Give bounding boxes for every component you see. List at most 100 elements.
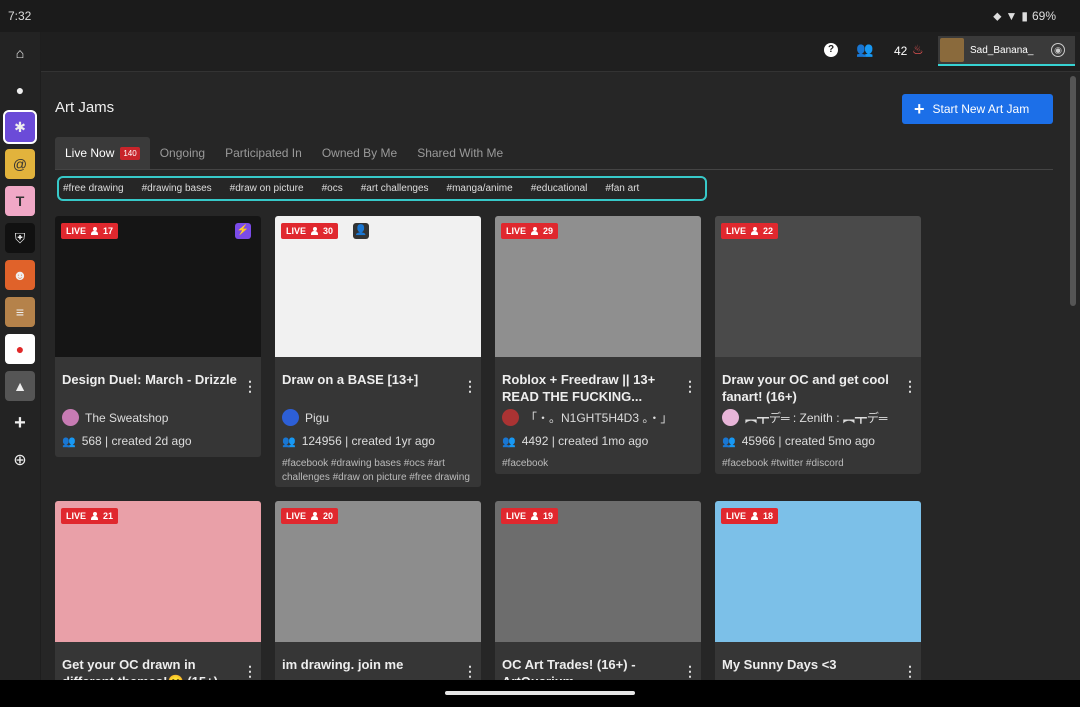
- rail-home[interactable]: ⌂: [5, 38, 35, 68]
- card-stats: 👥 124956 | created 1yr ago: [282, 434, 435, 448]
- tag-chip[interactable]: #free drawing: [63, 183, 124, 194]
- card-thumbnail[interactable]: LIVE 21: [55, 501, 261, 642]
- tag-filter-bar: #free drawing #drawing bases #draw on pi…: [57, 176, 707, 201]
- card-owner[interactable]: ︻┳デ═ : Zenith : ︻┳デ═: [722, 409, 887, 426]
- rail-text[interactable]: T: [5, 186, 35, 216]
- live-count: 30: [323, 226, 334, 236]
- rail-globe[interactable]: ⊕: [5, 445, 35, 475]
- card-title[interactable]: Draw on a BASE [13+]: [282, 371, 457, 388]
- plus-icon: +: [914, 99, 925, 119]
- tag-chip[interactable]: #art challenges: [361, 183, 429, 194]
- tab-owned-by-me[interactable]: Owned By Me: [312, 137, 407, 169]
- card-thumbnail[interactable]: LIVE 20: [275, 501, 481, 642]
- live-count-badge: 140: [120, 146, 140, 160]
- more-options-icon[interactable]: ⋮: [903, 378, 917, 395]
- person-icon: [531, 227, 539, 235]
- more-options-icon[interactable]: ⋮: [243, 378, 257, 395]
- tag-chip[interactable]: #fan art: [605, 183, 639, 194]
- art-jam-card[interactable]: LIVE 18 My Sunny Days <3 ⋮: [715, 501, 921, 680]
- username: Sad_Banana_: [970, 44, 1034, 56]
- friends-icon[interactable]: 👥: [856, 41, 873, 58]
- scrollbar[interactable]: [1070, 76, 1076, 306]
- rail-burger[interactable]: ≡: [5, 297, 35, 327]
- help-icon[interactable]: ?: [824, 43, 838, 57]
- rail-character[interactable]: ☻: [5, 260, 35, 290]
- tab-ongoing[interactable]: Ongoing: [150, 137, 215, 169]
- card-title[interactable]: Get your OC drawn in different themes!😊 …: [62, 656, 237, 680]
- status-icons: ⬥ ▼ ▮ 69%: [993, 9, 1056, 24]
- ink-drop-icon: ●: [15, 82, 25, 98]
- card-title[interactable]: im drawing. join me: [282, 656, 457, 673]
- tab-label: Ongoing: [159, 146, 206, 160]
- user-chip[interactable]: Sad_Banana_ ◉: [938, 36, 1075, 66]
- tab-bar: Live Now 140 Ongoing Participated In Own…: [55, 137, 513, 169]
- card-thumbnail[interactable]: LIVE 19: [495, 501, 701, 642]
- system-status-bar: 7:32 ⬥ ▼ ▮ 69%: [0, 0, 1080, 32]
- live-badge: LIVE 22: [721, 223, 779, 239]
- card-title[interactable]: Design Duel: March - Drizzle: [62, 371, 237, 388]
- shared-users-icon: 👤: [353, 223, 369, 239]
- card-thumbnail[interactable]: LIVE 17 ⚡: [55, 216, 261, 357]
- more-options-icon[interactable]: ⋮: [243, 663, 257, 680]
- owner-name: ︻┳デ═ : Zenith : ︻┳デ═: [745, 411, 888, 425]
- live-badge: LIVE 17: [61, 223, 119, 239]
- rail-art-jams[interactable]: ✱: [3, 110, 37, 144]
- person-icon: [311, 512, 319, 520]
- card-thumbnail[interactable]: LIVE 22: [715, 216, 921, 357]
- more-options-icon[interactable]: ⋮: [683, 378, 697, 395]
- art-jam-card[interactable]: LIVE 19 OC Art Trades! (16+) - ArtQuariu…: [495, 501, 701, 680]
- home-icon: ⌂: [15, 45, 25, 61]
- rail-ink[interactable]: ●: [5, 75, 35, 105]
- card-thumbnail[interactable]: LIVE 30 👤: [275, 216, 481, 357]
- rail-wizard[interactable]: ▲: [5, 371, 35, 401]
- more-options-icon[interactable]: ⋮: [683, 663, 697, 680]
- card-thumbnail[interactable]: LIVE 29: [495, 216, 701, 357]
- home-gesture-pill[interactable]: [445, 691, 635, 695]
- rail-red-drop[interactable]: ●: [5, 334, 35, 364]
- card-owner[interactable]: The Sweatshop: [62, 409, 168, 426]
- tab-label: Owned By Me: [321, 146, 398, 160]
- card-owner[interactable]: Pigu: [282, 409, 329, 426]
- card-title[interactable]: My Sunny Days <3: [722, 656, 897, 673]
- card-owner[interactable]: 「・。N1GHT5H4D3 。・」: [502, 409, 672, 426]
- art-jam-card[interactable]: LIVE 17 ⚡ Design Duel: March - Drizzle ⋮…: [55, 216, 261, 457]
- art-jam-card[interactable]: LIVE 22 Draw your OC and get cool fanart…: [715, 216, 921, 474]
- group-icon: 👥: [502, 435, 516, 448]
- tab-participated-in[interactable]: Participated In: [215, 137, 312, 169]
- tab-live-now[interactable]: Live Now 140: [55, 137, 150, 169]
- rail-add[interactable]: +: [5, 408, 35, 438]
- tag-chip[interactable]: #drawing bases: [142, 183, 212, 194]
- card-title[interactable]: OC Art Trades! (16+) - ArtQuarium: [502, 656, 677, 680]
- card-title[interactable]: Draw your OC and get cool fanart! (16+): [722, 371, 897, 405]
- rail-shield[interactable]: ⛨: [5, 223, 35, 253]
- more-options-icon[interactable]: ⋮: [903, 663, 917, 680]
- ink-icon[interactable]: ♨: [912, 42, 924, 58]
- user-badge-icon: ◉: [1051, 43, 1065, 57]
- card-tags: #facebook: [502, 458, 549, 469]
- tag-chip[interactable]: #draw on picture: [230, 183, 304, 194]
- card-title[interactable]: Roblox + Freedraw || 13+ READ THE FUCKIN…: [502, 371, 677, 405]
- tab-label: Shared With Me: [417, 146, 504, 160]
- page-title: Art Jams: [55, 99, 115, 116]
- owner-avatar: [722, 409, 739, 426]
- tab-shared-with-me[interactable]: Shared With Me: [407, 137, 513, 169]
- card-thumbnail[interactable]: LIVE 18: [715, 501, 921, 642]
- stats-text: 124956 | created 1yr ago: [301, 434, 435, 448]
- start-new-art-jam-button[interactable]: + Start New Art Jam: [902, 94, 1053, 124]
- live-badge: LIVE 20: [281, 508, 339, 524]
- person-icon: [531, 512, 539, 520]
- rail-signature[interactable]: @: [5, 149, 35, 179]
- group-icon: 👥: [282, 435, 296, 448]
- art-jam-card[interactable]: LIVE 21 Get your OC drawn in different t…: [55, 501, 261, 680]
- group-icon: 👥: [722, 435, 736, 448]
- tag-chip[interactable]: #educational: [531, 183, 588, 194]
- art-jam-card[interactable]: LIVE 30 👤 Draw on a BASE [13+] ⋮ Pigu 👥 1…: [275, 216, 481, 487]
- live-badge: LIVE 21: [61, 508, 119, 524]
- art-jam-card[interactable]: LIVE 20 im drawing. join me ⋮: [275, 501, 481, 680]
- tag-chip[interactable]: #ocs: [322, 183, 343, 194]
- more-options-icon[interactable]: ⋮: [463, 663, 477, 680]
- tag-chip[interactable]: #manga/anime: [447, 183, 513, 194]
- more-options-icon[interactable]: ⋮: [463, 378, 477, 395]
- tab-label: Participated In: [225, 146, 302, 160]
- art-jam-card[interactable]: LIVE 29 Roblox + Freedraw || 13+ READ TH…: [495, 216, 701, 474]
